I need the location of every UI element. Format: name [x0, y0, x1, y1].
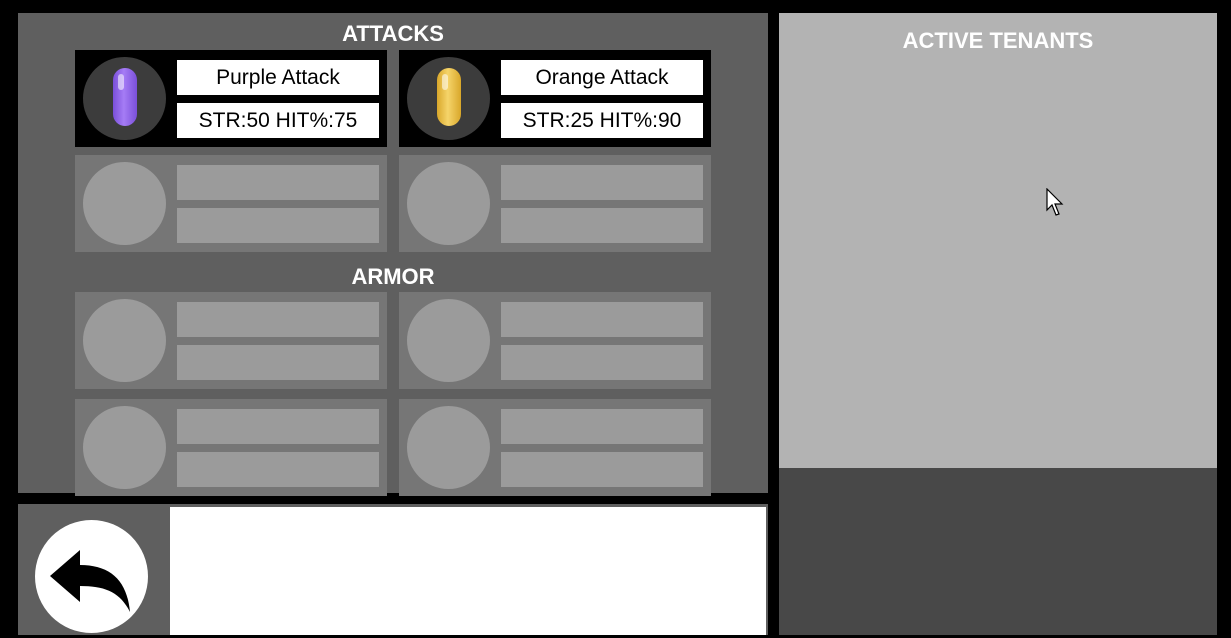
slot-name-placeholder	[501, 165, 703, 200]
attack-stats: STR:25 HIT%:90	[501, 103, 703, 138]
empty-armor-slot[interactable]	[75, 292, 387, 389]
message-box	[170, 507, 766, 635]
attack-icon-frame	[407, 57, 490, 140]
slot-stats-placeholder	[177, 208, 379, 243]
empty-armor-slot[interactable]	[399, 399, 711, 496]
attack-name: Orange Attack	[501, 60, 703, 95]
slot-stats-placeholder	[177, 452, 379, 487]
orange-capsule-icon	[437, 68, 461, 126]
slot-name-placeholder	[501, 409, 703, 444]
back-arrow-icon	[50, 550, 130, 612]
purple-capsule-icon	[113, 68, 137, 126]
slot-icon-placeholder	[407, 162, 490, 245]
slot-name-placeholder	[177, 409, 379, 444]
slot-stats-placeholder	[501, 208, 703, 243]
attack-slot-purple[interactable]: Purple Attack STR:50 HIT%:75	[75, 50, 387, 147]
slot-stats-placeholder	[501, 345, 703, 380]
attack-name: Purple Attack	[177, 60, 379, 95]
attack-stats: STR:50 HIT%:75	[177, 103, 379, 138]
mouse-cursor-icon	[1046, 188, 1064, 216]
slot-icon-placeholder	[407, 299, 490, 382]
active-tenants-heading: ACTIVE TENANTS	[902, 28, 1094, 53]
active-tenants-panel[interactable]: ACTIVE TENANTS	[779, 13, 1217, 468]
slot-stats-placeholder	[501, 452, 703, 487]
slot-name-placeholder	[177, 165, 379, 200]
empty-armor-slot[interactable]	[399, 292, 711, 389]
slot-name-placeholder	[177, 302, 379, 337]
attack-icon-frame	[83, 57, 166, 140]
slot-icon-placeholder	[83, 162, 166, 245]
empty-attack-slot[interactable]	[399, 155, 711, 252]
slot-icon-placeholder	[407, 406, 490, 489]
slot-icon-placeholder	[83, 299, 166, 382]
attack-slot-orange[interactable]: Orange Attack STR:25 HIT%:90	[399, 50, 711, 147]
tenants-footer	[779, 468, 1217, 635]
slot-stats-placeholder	[177, 345, 379, 380]
bottom-bar	[18, 504, 768, 635]
armor-heading: ARMOR	[351, 264, 435, 289]
empty-attack-slot[interactable]	[75, 155, 387, 252]
game-screen: ATTACKS Purple Attack STR:50 HIT%:75 Ora…	[0, 0, 1231, 635]
slot-icon-placeholder	[83, 406, 166, 489]
empty-armor-slot[interactable]	[75, 399, 387, 496]
inventory-panel: ATTACKS Purple Attack STR:50 HIT%:75 Ora…	[18, 13, 768, 496]
attacks-heading: ATTACKS	[342, 21, 444, 46]
slot-name-placeholder	[501, 302, 703, 337]
back-button[interactable]	[35, 520, 148, 633]
